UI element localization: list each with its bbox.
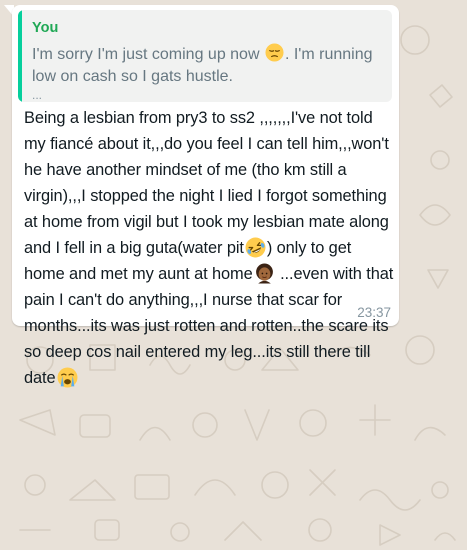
quote-author: You — [32, 20, 59, 36]
pensive-face-icon — [265, 43, 284, 62]
quote-text: I'm sorry I'm just coming up now . I'm r… — [32, 43, 382, 88]
loudly-crying-face-icon — [57, 367, 77, 388]
message-timestamp: 23:37 — [357, 305, 391, 320]
quote-accent-bar — [18, 10, 22, 102]
quote-text-part1: I'm sorry I'm just coming up now — [32, 46, 264, 63]
message-part1: Being a lesbian from pry3 to ss2 ,,,,,,,… — [24, 109, 389, 257]
message-text: Being a lesbian from pry3 to ss2 ,,,,,,,… — [24, 105, 396, 391]
message-bubble[interactable]: You I'm sorry I'm just coming up now . I… — [12, 5, 399, 388]
quote-more: ... — [32, 88, 43, 102]
quoted-message[interactable]: You I'm sorry I'm just coming up now . I… — [18, 10, 392, 102]
rolling-laughing-icon — [245, 237, 266, 258]
message-part3: ...even with that pain I can't do anythi… — [24, 265, 394, 387]
woman-dark-skin-icon — [255, 263, 273, 284]
